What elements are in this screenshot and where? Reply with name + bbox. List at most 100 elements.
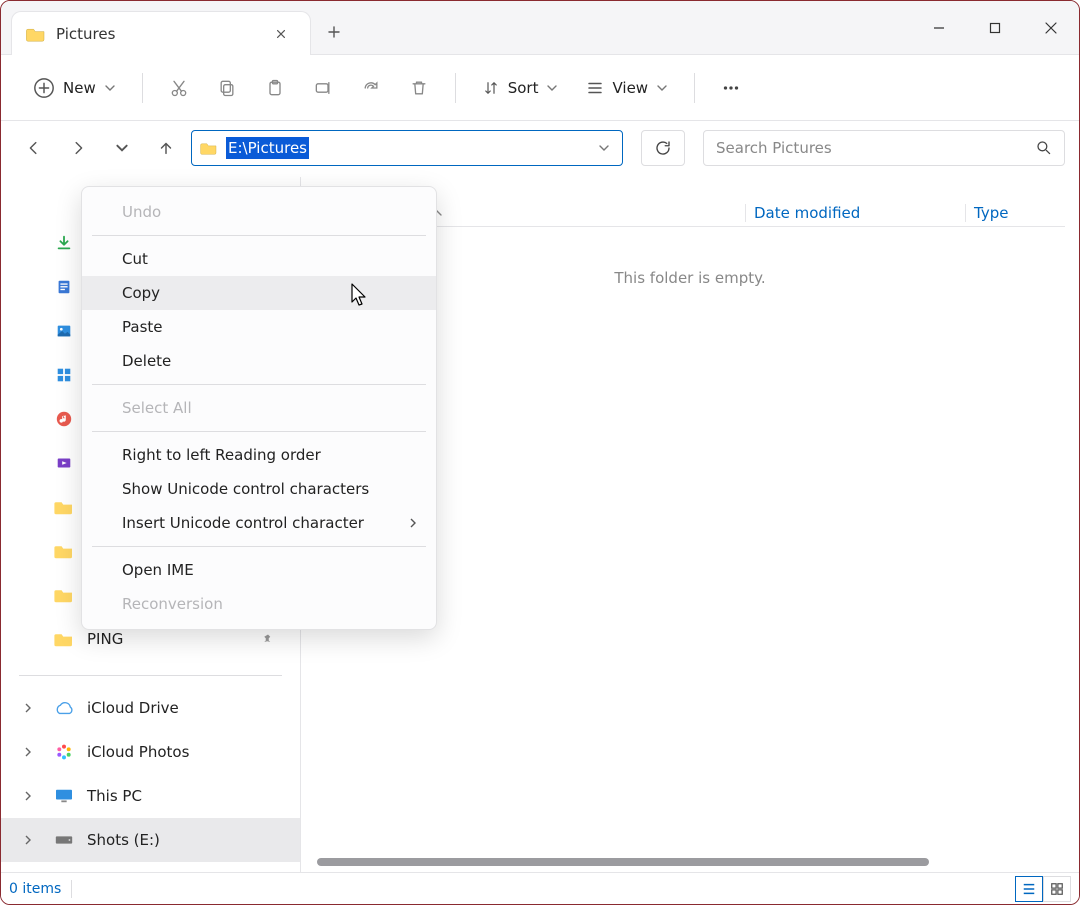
context-menu: Undo Cut Copy Paste Delete Select All Ri…	[81, 186, 437, 630]
ctx-separator	[92, 431, 426, 432]
folder-icon	[53, 628, 75, 650]
folder-icon	[26, 26, 46, 42]
rename-button[interactable]	[301, 68, 345, 108]
chevron-down-icon	[546, 82, 558, 94]
up-button[interactable]	[147, 129, 185, 167]
delete-button[interactable]	[397, 68, 441, 108]
drive-icon	[53, 829, 75, 851]
ctx-separator	[92, 546, 426, 547]
address-selected-text[interactable]: E:\Pictures	[226, 137, 309, 159]
view-label: View	[612, 79, 648, 97]
chevron-right-icon[interactable]	[19, 699, 37, 717]
photos-icon	[53, 741, 75, 763]
ctx-reconversion: Reconversion	[82, 587, 436, 621]
tab-strip: Pictures	[1, 10, 357, 54]
cloud-icon	[53, 697, 75, 719]
folder-icon	[53, 584, 75, 606]
sidebar-tree-icloud-photos[interactable]: iCloud Photos	[1, 730, 300, 774]
share-icon	[361, 78, 381, 98]
details-view-toggle[interactable]	[1015, 876, 1043, 902]
forward-button[interactable]	[59, 129, 97, 167]
separator	[455, 73, 456, 103]
sidebar-tree-shots-drive[interactable]: Shots (E:)	[1, 818, 300, 862]
copy-button[interactable]	[205, 68, 249, 108]
window-controls	[911, 1, 1079, 54]
sidebar-tree-label: iCloud Drive	[87, 699, 179, 717]
new-tab-button[interactable]	[311, 10, 357, 54]
recent-locations-button[interactable]	[103, 129, 141, 167]
sidebar-tree-label: iCloud Photos	[87, 743, 189, 761]
sidebar-divider	[19, 675, 282, 676]
ctx-rtl-reading[interactable]: Right to left Reading order	[82, 438, 436, 472]
clipboard-icon	[265, 78, 285, 98]
ctx-open-ime[interactable]: Open IME	[82, 553, 436, 587]
chevron-right-icon[interactable]	[19, 743, 37, 761]
chevron-down-icon	[656, 82, 668, 94]
ctx-copy[interactable]: Copy	[82, 276, 436, 310]
back-button[interactable]	[15, 129, 53, 167]
refresh-icon	[654, 139, 672, 157]
new-label: New	[63, 79, 96, 97]
minimize-button[interactable]	[911, 1, 967, 54]
ctx-delete[interactable]: Delete	[82, 344, 436, 378]
list-icon	[586, 79, 604, 97]
title-bar: Pictures	[1, 1, 1079, 55]
chevron-right-icon[interactable]	[19, 787, 37, 805]
sort-icon	[482, 79, 500, 97]
view-toggles	[1015, 876, 1071, 902]
ctx-paste[interactable]: Paste	[82, 310, 436, 344]
address-history-button[interactable]	[594, 142, 614, 154]
picture-icon	[53, 320, 75, 342]
chevron-down-icon	[104, 82, 116, 94]
file-explorer-window: Pictures	[0, 0, 1080, 905]
sort-label: Sort	[508, 79, 539, 97]
sort-button[interactable]: Sort	[470, 68, 571, 108]
ellipsis-icon	[720, 77, 742, 99]
status-item-count: 0 items	[9, 881, 61, 897]
ctx-undo: Undo	[82, 195, 436, 229]
address-bar[interactable]: E:\Pictures	[191, 130, 623, 166]
chevron-right-icon[interactable]	[19, 831, 37, 849]
refresh-button[interactable]	[641, 130, 685, 166]
rename-icon	[313, 78, 333, 98]
tab-title: Pictures	[56, 25, 258, 43]
sidebar-item-label: PING	[87, 630, 123, 648]
ctx-insert-unicode[interactable]: Insert Unicode control character	[82, 506, 436, 540]
new-button[interactable]: New	[21, 68, 128, 108]
search-box[interactable]: Search Pictures	[703, 130, 1065, 166]
chevron-right-icon	[408, 518, 418, 528]
tab-pictures[interactable]: Pictures	[11, 11, 311, 55]
tiles-icon	[53, 364, 75, 386]
view-button[interactable]: View	[574, 68, 680, 108]
document-icon	[53, 276, 75, 298]
sidebar-tree-label: This PC	[87, 787, 142, 805]
close-window-button[interactable]	[1023, 1, 1079, 54]
sidebar-tree-this-pc[interactable]: This PC	[1, 774, 300, 818]
maximize-button[interactable]	[967, 1, 1023, 54]
address-path[interactable]: E:\Pictures	[226, 137, 309, 159]
music-icon	[53, 408, 75, 430]
cut-button[interactable]	[157, 68, 201, 108]
scissors-icon	[169, 78, 189, 98]
ctx-cut[interactable]: Cut	[82, 242, 436, 276]
paste-button[interactable]	[253, 68, 297, 108]
sidebar-tree-icloud-drive[interactable]: iCloud Drive	[1, 686, 300, 730]
separator	[71, 880, 72, 898]
share-button[interactable]	[349, 68, 393, 108]
navigation-row: E:\Pictures Search Pictures	[1, 121, 1079, 175]
command-bar: New Sort View	[1, 55, 1079, 121]
more-button[interactable]	[709, 68, 753, 108]
monitor-icon	[53, 785, 75, 807]
folder-icon	[200, 141, 218, 155]
ctx-show-unicode[interactable]: Show Unicode control characters	[82, 472, 436, 506]
separator	[694, 73, 695, 103]
thumbnails-view-toggle[interactable]	[1043, 876, 1071, 902]
video-icon	[53, 452, 75, 474]
horizontal-scrollbar[interactable]	[317, 858, 929, 866]
folder-icon	[53, 540, 75, 562]
pin-icon	[262, 633, 274, 645]
tab-close-button[interactable]	[268, 21, 294, 47]
trash-icon	[409, 78, 429, 98]
search-icon	[1036, 140, 1052, 156]
ctx-separator	[92, 235, 426, 236]
